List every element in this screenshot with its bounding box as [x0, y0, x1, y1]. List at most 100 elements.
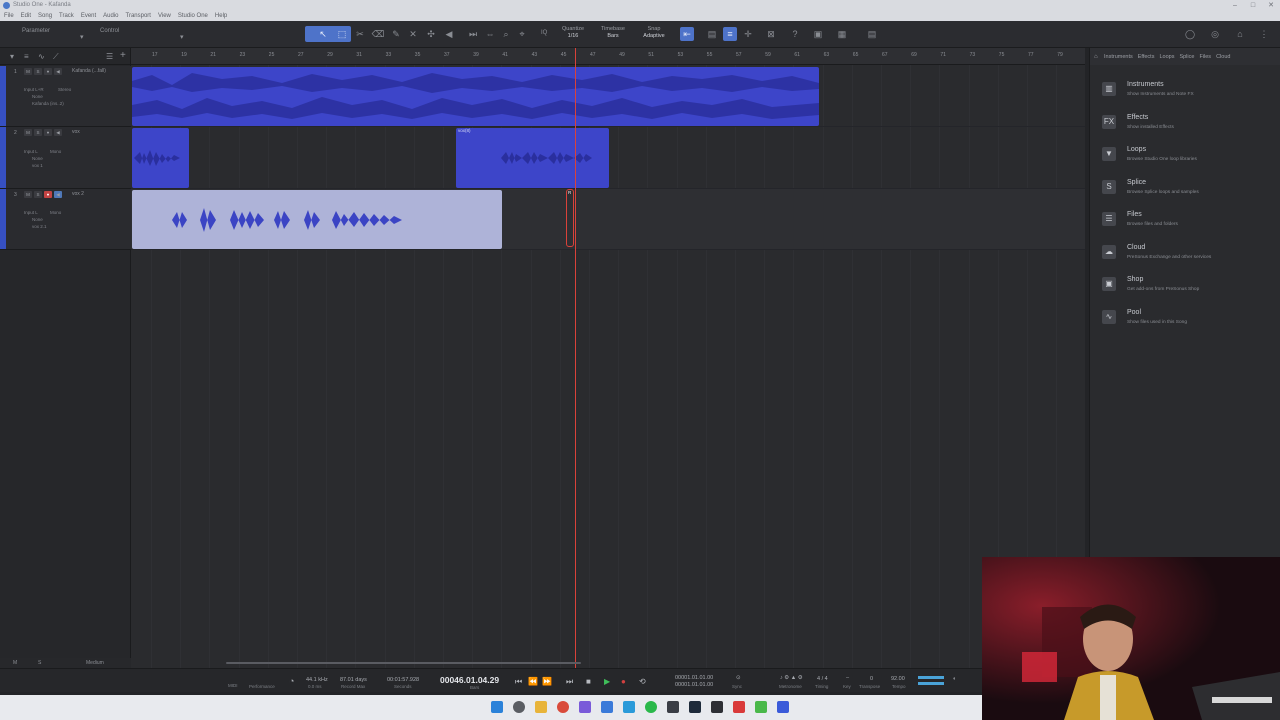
maximize-button[interactable]: □ [1244, 0, 1262, 11]
steam-icon[interactable] [689, 701, 701, 713]
menu-help[interactable]: Help [215, 13, 227, 19]
parameter-dropdown-icon[interactable]: ▾ [80, 33, 84, 41]
track-2[interactable]: 2 M S ● ◀ vox Input L Mono None vox 1 [0, 127, 131, 189]
browser-item-loops[interactable]: ▼ Loops Browse Studio One loop libraries [1100, 145, 1275, 175]
expand-tracks-icon[interactable]: ▾ [10, 52, 14, 61]
inspector-icon[interactable]: ⊠ [764, 27, 778, 41]
tab-effects[interactable]: Effects [1138, 54, 1155, 60]
mute-tool-icon[interactable]: ✕ [406, 27, 420, 41]
tempo-value[interactable]: 92.00 [891, 676, 905, 682]
control-label[interactable]: Control [100, 28, 119, 34]
browser-item-instruments[interactable]: ▥ Instruments Show Instruments and Note FX [1100, 80, 1275, 110]
file-explorer-icon[interactable] [535, 701, 547, 713]
tab-splice[interactable]: Splice [1179, 54, 1194, 60]
eraser-tool-icon[interactable]: ⌫ [371, 27, 385, 41]
paint-tool-icon[interactable]: ✎ [389, 27, 403, 41]
track-name[interactable]: vox 2 [72, 191, 84, 197]
record-icon[interactable]: ● [621, 677, 626, 686]
position-display[interactable]: 00046.01.04.29 [440, 675, 499, 685]
transpose-value[interactable]: 0 [870, 676, 873, 682]
track-input-mode[interactable]: Mono [50, 149, 61, 154]
app-icon-black[interactable] [711, 701, 723, 713]
browser-item-files[interactable]: ☰ Files Browse files and folders [1100, 210, 1275, 240]
iq-toggle[interactable]: IQ [541, 30, 547, 36]
playhead[interactable] [575, 48, 576, 668]
loop-end[interactable]: 00001.01.01.00 [675, 682, 713, 688]
snap-field[interactable]: Snap Adaptive [637, 26, 671, 40]
play-icon[interactable]: ▶ [604, 677, 610, 686]
audio-clip-vox-2-selected[interactable] [132, 190, 502, 249]
browser-item-splice[interactable]: S Splice Browse Splice loops and samples [1100, 178, 1275, 208]
mute-button[interactable]: M [24, 191, 32, 198]
range-tool-icon[interactable]: ⬚ [335, 27, 349, 41]
track-input[interactable]: Input L [24, 149, 38, 154]
bend-tool-icon[interactable]: ✣ [424, 27, 438, 41]
grid-view-icon[interactable]: ▦ [835, 27, 849, 41]
minimize-button[interactable]: – [1226, 0, 1244, 11]
scroll-follow-icon[interactable]: ⌖ [515, 27, 529, 41]
track-list-toggle-icon[interactable]: ≡ [24, 52, 29, 61]
menu-song[interactable]: Song [38, 13, 52, 19]
layers-icon[interactable]: ≡ [723, 27, 737, 41]
browser-item-effects[interactable]: FX Effects Show installed Effects [1100, 113, 1275, 143]
close-button[interactable]: ✕ [1262, 0, 1280, 11]
audio-clip-vox-8[interactable]: vox(8) [456, 128, 609, 188]
arrow-tool-icon[interactable]: ↖ [316, 27, 330, 41]
record-arm-button[interactable]: ● [44, 68, 52, 75]
track-name[interactable]: vox [72, 129, 80, 135]
speaker-icon[interactable]: ◐ [953, 676, 956, 682]
split-tool-icon[interactable]: ✂ [353, 27, 367, 41]
app-icon-dark[interactable] [667, 701, 679, 713]
track-playlist[interactable]: Kafanda (ins..2) [32, 101, 64, 106]
metronome-icon[interactable]: ♪ ⚙ ▲ ⚙ [780, 675, 803, 681]
audio-clip-vox-1[interactable] [132, 128, 189, 188]
menu-audio[interactable]: Audio [103, 13, 118, 19]
mute-button[interactable]: M [24, 68, 32, 75]
rewind-icon[interactable]: ⏪ [528, 677, 538, 686]
layout-menu-icon[interactable]: ▤ [865, 27, 879, 41]
user-profile-icon[interactable]: ◯ [1183, 27, 1197, 41]
tab-loops[interactable]: Loops [1159, 54, 1174, 60]
solo-button[interactable]: S [34, 191, 42, 198]
track-output[interactable]: None [32, 156, 43, 161]
loop-start[interactable]: 00001.01.01.00 [675, 675, 713, 681]
track-list-icon[interactable]: ✛ [741, 27, 755, 41]
track-options-icon[interactable]: ☰ [106, 52, 113, 61]
track-playlist[interactable]: vox 2.1 [32, 224, 47, 229]
solo-button[interactable]: S [34, 68, 42, 75]
expand-icon[interactable]: ⇔ [483, 27, 497, 41]
whatsapp-icon[interactable] [755, 701, 767, 713]
browser-item-cloud[interactable]: ☁ Cloud PreSonus Exchange and other servic… [1100, 243, 1275, 273]
menu-edit[interactable]: Edit [21, 13, 31, 19]
footer-s[interactable]: S [38, 660, 41, 666]
track-name[interactable]: Kafanda (...fall) [72, 68, 106, 74]
listen-tool-icon[interactable]: ◀ [442, 27, 456, 41]
track-2-lane[interactable]: vox(8) [131, 127, 1085, 189]
tab-files[interactable]: Files [1199, 54, 1211, 60]
timeline-ruler[interactable]: 17 19 21 23 25 27 29 31 33 35 37 39 41 43 45 47 49 51 53 55… [131, 48, 1085, 65]
menu-track[interactable]: Track [59, 13, 74, 19]
browser-item-pool[interactable]: ∿ Pool Show files used in this Song [1100, 308, 1275, 338]
timebase-field[interactable]: Timebase Bars [596, 26, 630, 40]
monitor-button[interactable]: ◀ [54, 129, 62, 136]
more-icon[interactable]: ⋮ [1257, 27, 1271, 41]
menu-file[interactable]: File [4, 13, 14, 19]
automation-icon[interactable]: ∿ [38, 52, 45, 61]
stop-icon[interactable]: ■ [586, 677, 591, 686]
search-icon[interactable] [513, 701, 525, 713]
browser-item-shop[interactable]: ▣ Shop Get add-ons from PreSonus Shop [1100, 275, 1275, 305]
add-track-icon[interactable]: + [120, 50, 126, 61]
tab-cloud[interactable]: Cloud [1216, 54, 1230, 60]
auto-scroll-icon[interactable]: ▤ [705, 27, 719, 41]
menu-transport[interactable]: Transport [126, 13, 151, 19]
browser-home-icon[interactable]: ⌂ [1094, 54, 1098, 60]
settings-icon[interactable]: ◎ [1208, 27, 1222, 41]
app-icon-red[interactable] [733, 701, 745, 713]
menu-view[interactable]: View [158, 13, 171, 19]
arrange-view[interactable]: 17 19 21 23 25 27 29 31 33 35 37 39 41 43 45 47 49 51 53 55… [131, 48, 1085, 668]
footer-m[interactable]: M [13, 660, 17, 666]
quantize-field[interactable]: Quantize 1/16 [558, 26, 588, 40]
track-input[interactable]: Input L [24, 210, 38, 215]
app-icon-blue[interactable] [601, 701, 613, 713]
telegram-icon[interactable] [623, 701, 635, 713]
